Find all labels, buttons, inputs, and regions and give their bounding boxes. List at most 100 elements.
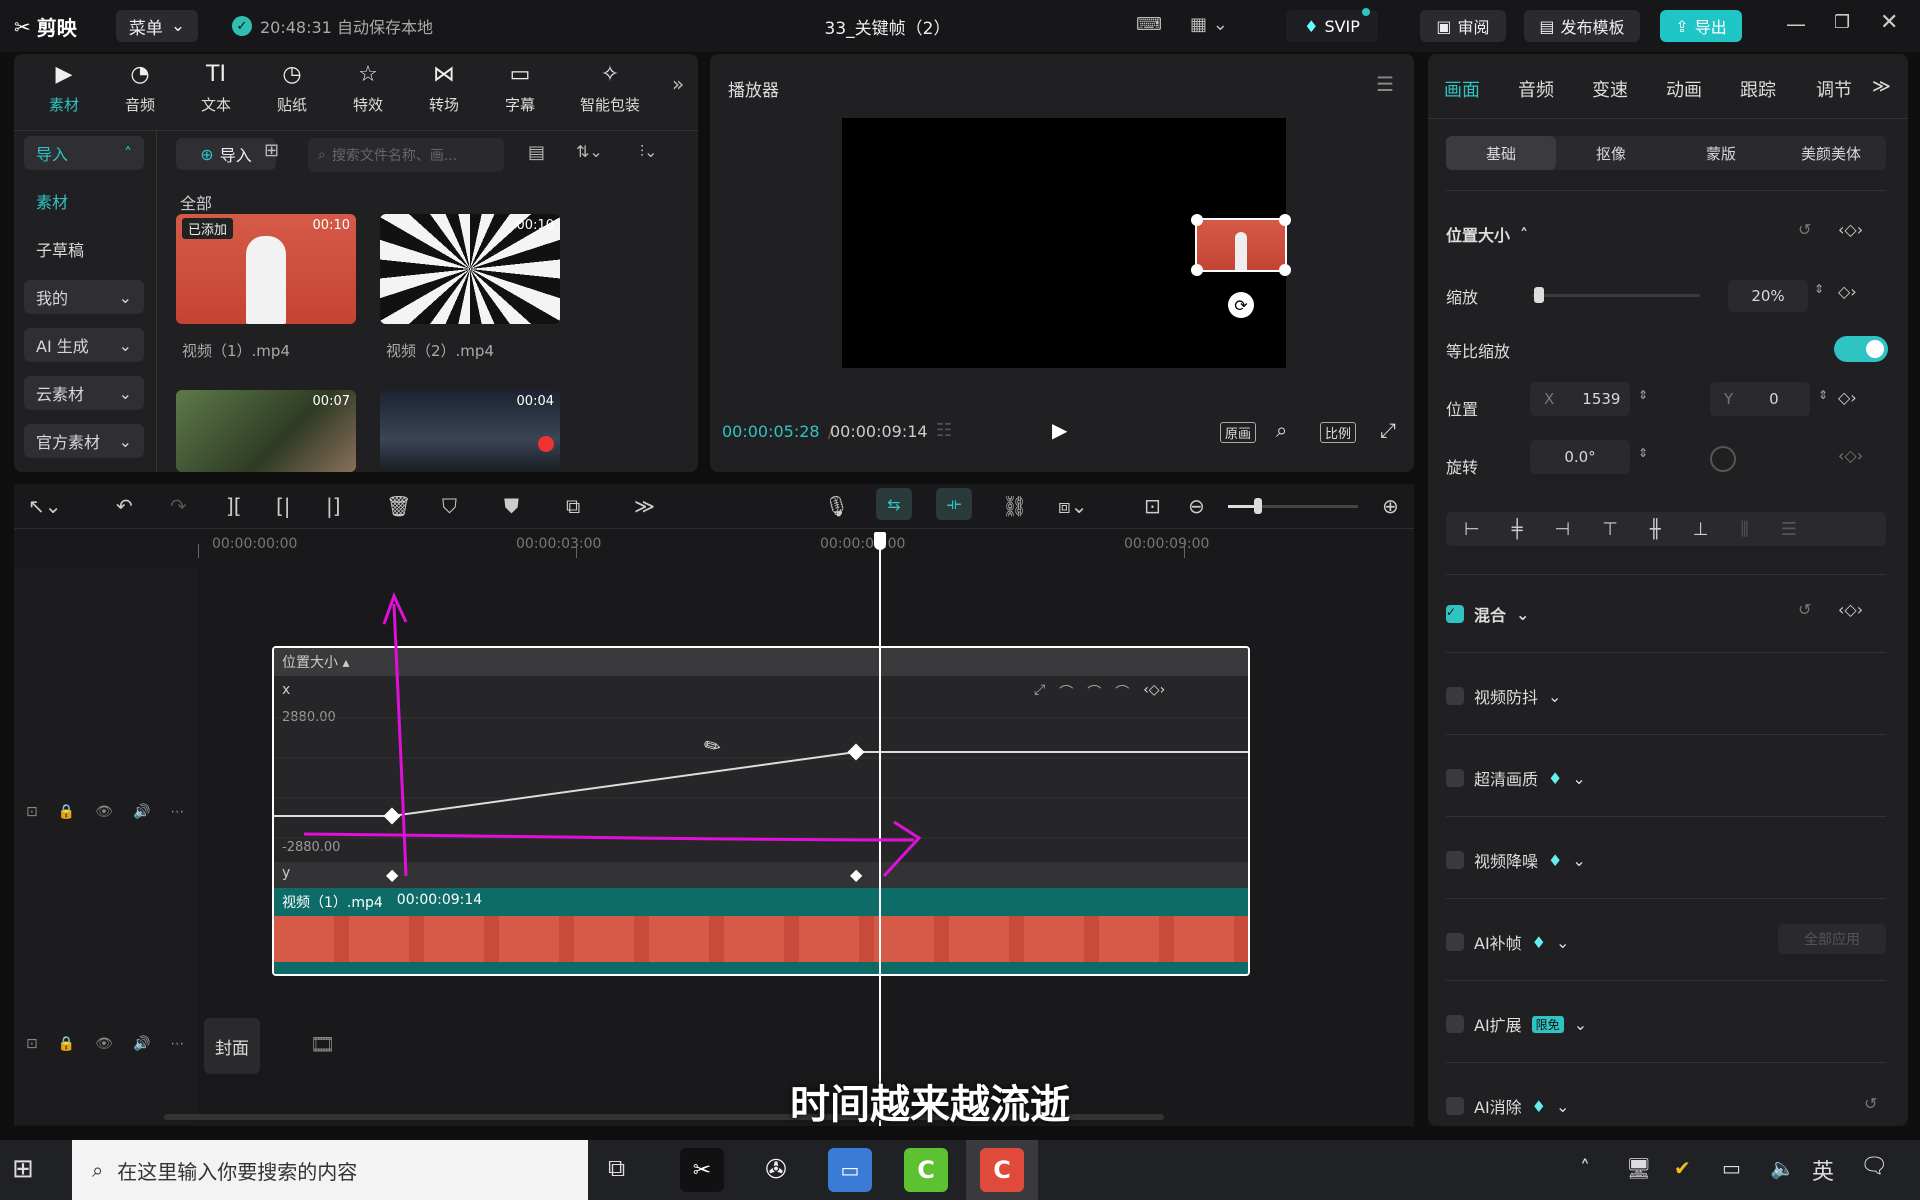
tab-speed[interactable]: 变速 (1592, 76, 1628, 102)
qr-icon[interactable]: ⊞ (264, 140, 279, 161)
preview-clip[interactable] (1195, 218, 1287, 272)
import-button[interactable]: ⊕ 导入 (176, 138, 276, 170)
tab-picture[interactable]: 画面 (1444, 76, 1480, 102)
stabilize-checkbox[interactable] (1446, 687, 1464, 705)
nav-subdraft[interactable]: 子草稿 (24, 232, 144, 266)
close-icon[interactable]: ✕ (1880, 10, 1898, 35)
keyframe-icon[interactable]: ◇› (1838, 388, 1857, 407)
network-icon[interactable]: 🖥 (1626, 1156, 1651, 1180)
review-button[interactable]: ▣ 审阅 (1420, 10, 1506, 42)
reset-icon[interactable]: ↺ (1864, 1094, 1877, 1113)
tab-animation[interactable]: 动画 (1666, 76, 1702, 102)
menu-button[interactable]: 菜单 ⌄ (116, 10, 198, 42)
ratio-scale-toggle[interactable] (1834, 336, 1888, 362)
tool-text[interactable]: TI 文本 (184, 62, 248, 115)
tray-chevron-up-icon[interactable]: ˄ (1580, 1156, 1590, 1180)
tool-subtitle[interactable]: ▭ 字幕 (488, 62, 552, 115)
battery-icon[interactable]: ▭ (1722, 1156, 1741, 1180)
resize-handle[interactable] (1191, 214, 1203, 226)
subtab-cutout[interactable]: 抠像 (1556, 136, 1666, 170)
nav-official[interactable]: 官方素材 ⌄ (24, 424, 144, 458)
capcut-taskbar-icon[interactable]: ✂ (680, 1148, 724, 1192)
menu-icon[interactable]: ☰ (1376, 72, 1394, 96)
more-tools-icon[interactable]: » (672, 72, 684, 96)
media-thumb-video4[interactable]: 00:04 (380, 390, 560, 472)
ai-erase-checkbox[interactable] (1446, 1097, 1464, 1115)
ai-expand-checkbox[interactable] (1446, 1015, 1464, 1033)
task-view-icon[interactable]: ⧉ (608, 1154, 625, 1182)
rotate-input[interactable]: 0.0° (1530, 440, 1630, 474)
blend-checkbox[interactable]: ✓ (1446, 605, 1464, 623)
subtab-basic[interactable]: 基础 (1446, 136, 1556, 170)
camtasia-green-icon[interactable]: C (904, 1148, 948, 1192)
davinci-icon[interactable]: ✇ (754, 1148, 798, 1192)
view-grid-icon[interactable]: ▤ (528, 142, 545, 163)
stepper-icon[interactable]: ⇕ (1814, 282, 1824, 296)
resize-handle[interactable] (1279, 214, 1291, 226)
keyframe-icon[interactable]: ◇› (1838, 282, 1857, 301)
tool-media[interactable]: ▶ 素材 (32, 62, 96, 115)
blend-section[interactable]: ✓ 混合 ⌄ (1446, 602, 1529, 626)
align-top-icon[interactable]: ⊤ (1602, 519, 1618, 540)
distribute-v-icon[interactable]: ☰ (1781, 519, 1797, 540)
more-tabs-icon[interactable]: ≫ (1872, 76, 1891, 97)
media-thumb-video2[interactable]: 00:10 (380, 214, 560, 324)
position-x-input[interactable]: X 1539 (1530, 382, 1630, 416)
keyframe-icon[interactable]: ‹◇› (1838, 600, 1863, 619)
zoom-fit-icon[interactable]: ⌕ (1276, 418, 1287, 442)
stabilize-section[interactable]: 视频防抖 ⌄ (1446, 684, 1561, 708)
position-y-input[interactable]: Y0 (1710, 382, 1810, 416)
ai-expand-section[interactable]: AI扩展 限免 ⌄ (1446, 1012, 1587, 1036)
sort-icon[interactable]: ⇅⌄ (576, 142, 603, 161)
stepper-icon[interactable]: ⇕ (1638, 388, 1648, 402)
ai-frame-checkbox[interactable] (1446, 933, 1464, 951)
rotate-icon[interactable]: ⟳ (1228, 292, 1254, 318)
windows-start-icon[interactable]: ⊞ (12, 1154, 34, 1184)
media-thumb-video1[interactable]: 已添加 00:10 (176, 214, 356, 324)
tool-transition[interactable]: ⋈ 转场 (412, 62, 476, 115)
taskbar-search[interactable]: ⌕ 在这里输入你要搜索的内容 (72, 1140, 588, 1200)
publish-template-button[interactable]: ▤ 发布模板 (1524, 10, 1640, 42)
volume-icon[interactable]: 🔈 (1770, 1156, 1795, 1180)
ratio-button[interactable]: 比例 (1320, 422, 1357, 443)
minimize-icon[interactable]: — (1786, 12, 1806, 36)
align-left-icon[interactable]: ⊢ (1464, 519, 1480, 540)
nav-mine[interactable]: 我的 ⌄ (24, 280, 144, 314)
media-thumb-video3[interactable]: 00:07 (176, 390, 356, 472)
denoise-section[interactable]: 视频降噪 ♦ ⌄ (1446, 848, 1586, 872)
nav-ai-generate[interactable]: AI 生成 ⌄ (24, 328, 144, 362)
subtab-mask[interactable]: 蒙版 (1666, 136, 1776, 170)
tool-audio[interactable]: ◔ 音频 (108, 62, 172, 115)
hd-section[interactable]: 超清画质 ♦ ⌄ (1446, 766, 1586, 790)
list-icon[interactable]: ☷ (936, 420, 952, 441)
ai-frame-section[interactable]: AI补帧 ♦ ⌄ (1446, 930, 1569, 954)
export-button[interactable]: ⇪ 导出 (1660, 10, 1742, 42)
align-right-icon[interactable]: ⊣ (1555, 519, 1571, 540)
tool-sticker[interactable]: ◷ 贴纸 (260, 62, 324, 115)
ai-erase-section[interactable]: AI消除 ♦ ⌄ (1446, 1094, 1569, 1118)
reset-icon[interactable]: ↺ (1798, 600, 1811, 619)
camtasia-red-icon[interactable]: C (980, 1148, 1024, 1192)
file-explorer-icon[interactable]: ▭ (828, 1148, 872, 1192)
filter-icon[interactable]: ⫶⌄ (640, 142, 657, 162)
subtab-beauty[interactable]: 美颜美体 (1776, 136, 1886, 170)
tab-audio[interactable]: 音频 (1518, 76, 1554, 102)
nav-import[interactable]: 导入 ˄ (24, 136, 144, 170)
layout-icon[interactable]: ▦ ⌄ (1190, 14, 1228, 35)
maximize-icon[interactable]: ❐ (1834, 12, 1850, 33)
align-hcenter-icon[interactable]: ╪ (1512, 519, 1523, 540)
keyboard-icon[interactable]: ⌨ (1136, 14, 1162, 35)
tab-adjust[interactable]: 调节 (1816, 76, 1852, 102)
reset-icon[interactable]: ↺ (1798, 220, 1811, 239)
denoise-checkbox[interactable] (1446, 851, 1464, 869)
scale-input[interactable]: 20% (1728, 280, 1808, 312)
section-position-size[interactable]: 位置大小 ˄ (1446, 222, 1528, 246)
nav-cloud[interactable]: 云素材 ⌄ (24, 376, 144, 410)
ime-indicator[interactable]: 英 (1812, 1154, 1834, 1186)
align-vcenter-icon[interactable]: ╫ (1650, 519, 1661, 540)
tool-effects[interactable]: ☆ 特效 (336, 62, 400, 115)
hd-checkbox[interactable] (1446, 769, 1464, 787)
nav-material[interactable]: 素材 (24, 184, 144, 218)
tool-smart-pack[interactable]: ✧ 智能包装 (570, 62, 650, 115)
keyframe-icon[interactable]: ‹◇› (1838, 220, 1863, 239)
